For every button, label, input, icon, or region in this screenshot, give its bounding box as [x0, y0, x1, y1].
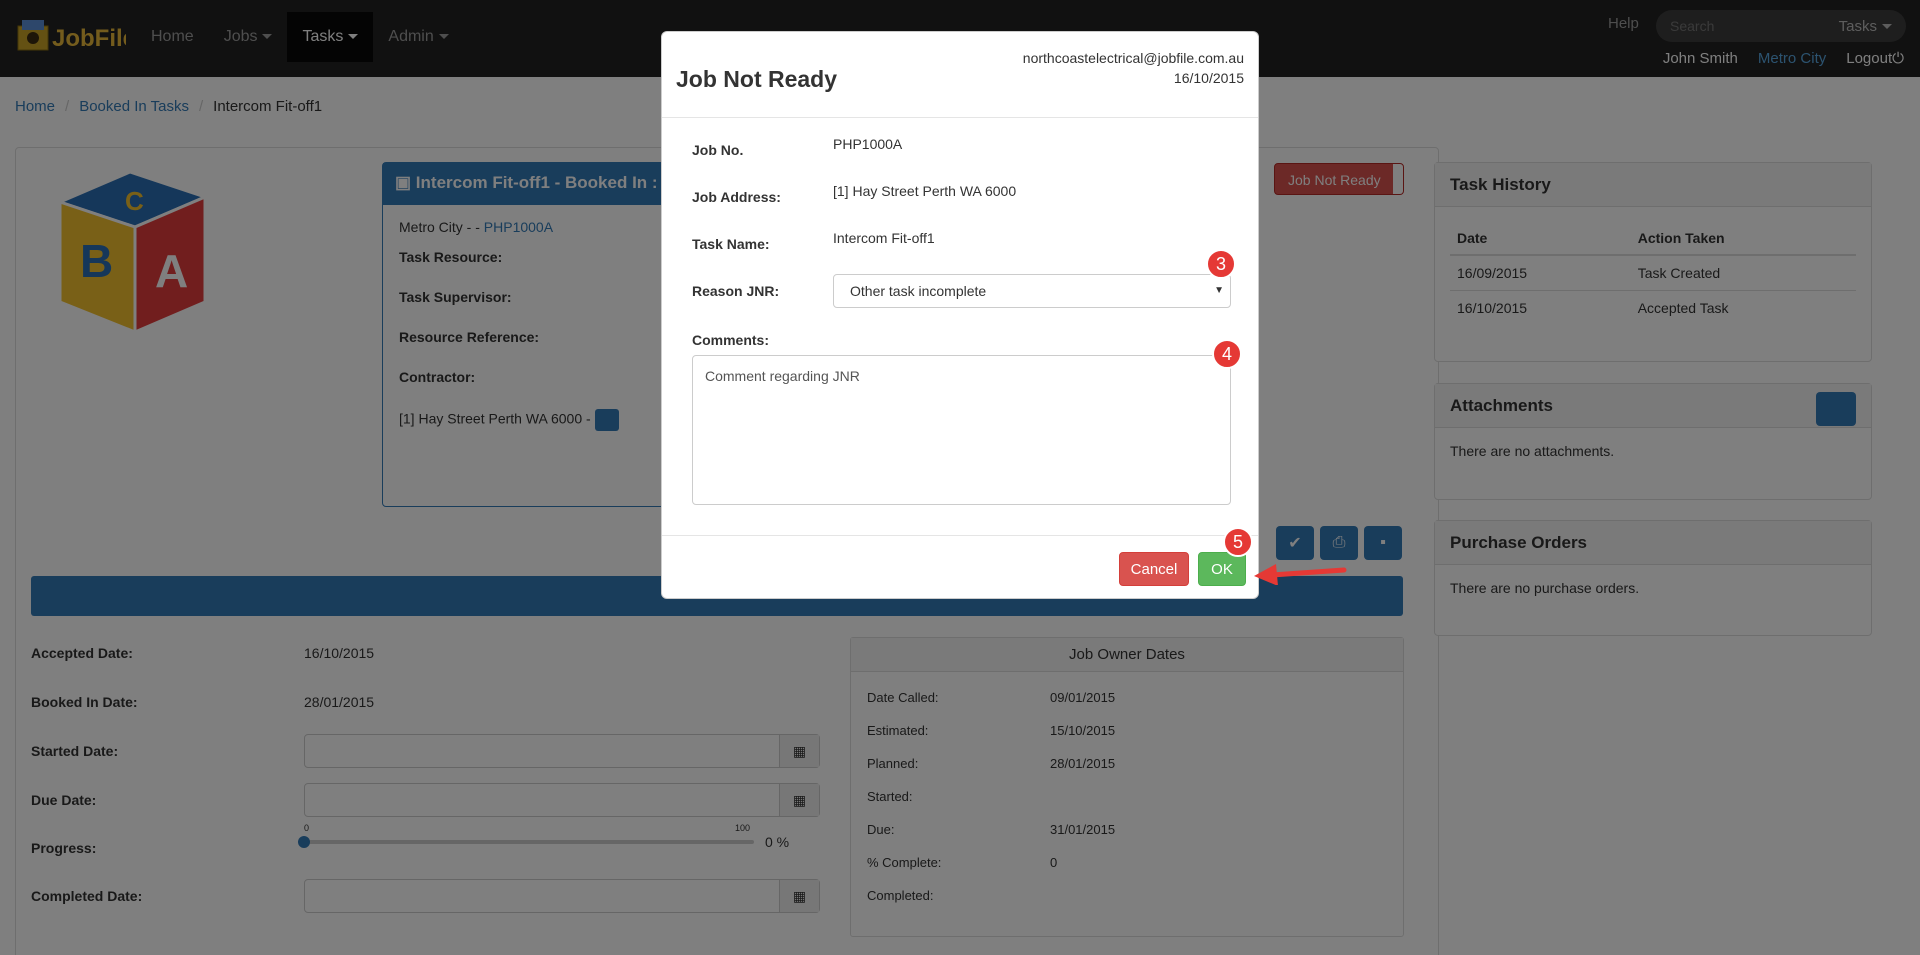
annotation-badge-3: 3 — [1206, 249, 1236, 279]
task-name-label: Task Name: — [692, 236, 770, 252]
modal-title: Job Not Ready — [676, 66, 838, 92]
task-name-value: Intercom Fit-off1 — [833, 230, 935, 246]
annotation-arrow-icon — [1254, 564, 1347, 585]
job-no-label: Job No. — [692, 142, 744, 158]
annotation-badge-5: 5 — [1223, 527, 1253, 557]
modal-date: 16/10/2015 — [1173, 70, 1244, 86]
modal-header: Job Not Ready northcoastelectrical@jobfi… — [662, 32, 1258, 118]
dropdown-arrow-icon: ▼ — [1214, 285, 1224, 296]
job-address-label: Job Address: — [692, 189, 781, 205]
comments-textarea[interactable]: Comment regarding JNR — [692, 355, 1231, 505]
annotation-badge-4: 4 — [1212, 339, 1242, 369]
ok-button[interactable]: OK — [1198, 552, 1246, 586]
comments-label: Comments: — [692, 332, 770, 348]
job-no-value: PHP1000A — [833, 136, 903, 152]
reason-jnr-select[interactable]: Other task incomplete ▼ — [833, 274, 1231, 308]
cancel-button[interactable]: Cancel — [1119, 552, 1189, 586]
modal-email: northcoastelectrical@jobfile.com.au — [1022, 50, 1244, 66]
reason-jnr-value: Other task incomplete — [850, 283, 987, 299]
modal-meta: northcoastelectrical@jobfile.com.au 16/1… — [1023, 48, 1244, 88]
job-not-ready-modal: Job Not Ready northcoastelectrical@jobfi… — [661, 31, 1259, 599]
job-address-value: [1] Hay Street Perth WA 6000 — [833, 183, 1017, 199]
modal-footer — [662, 535, 1258, 536]
reason-jnr-label: Reason JNR: — [692, 283, 780, 299]
